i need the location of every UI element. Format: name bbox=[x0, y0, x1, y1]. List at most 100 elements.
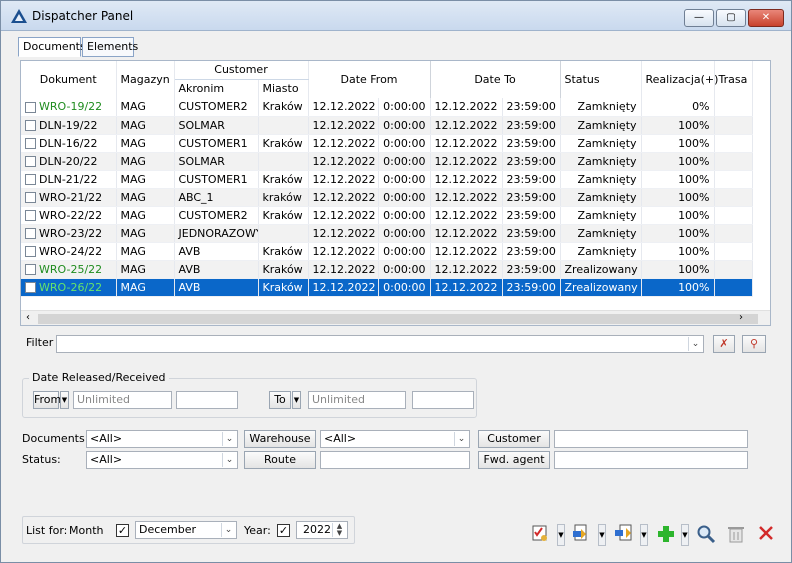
row-checkbox[interactable] bbox=[25, 210, 36, 221]
table-row[interactable]: WRO-22/22 MAG CUSTOMER2 Kraków 12.12.2022 0:0… bbox=[21, 206, 753, 225]
checklist-dropdown-icon[interactable]: ▼ bbox=[557, 524, 565, 546]
status-select[interactable]: <All> ⌄ bbox=[86, 451, 238, 469]
cell-time-from: 0:00:00 bbox=[378, 224, 431, 243]
close-button[interactable]: ✕ bbox=[748, 9, 784, 27]
issue-document-icon[interactable] bbox=[570, 524, 592, 546]
row-checkbox[interactable] bbox=[25, 192, 36, 203]
cell-miasto-text: kraków bbox=[262, 190, 302, 204]
table-row[interactable]: WRO-21/22 MAG ABC_1 kraków 12.12.2022 0:00:00… bbox=[21, 188, 753, 207]
minimize-button[interactable]: — bbox=[684, 9, 714, 27]
table-row[interactable]: WRO-25/22 MAG AVB Kraków 12.12.2022 0:00:00 12… bbox=[21, 260, 753, 279]
row-checkbox[interactable] bbox=[25, 282, 36, 293]
to-time-input[interactable] bbox=[412, 391, 474, 409]
filter-builder-icon[interactable]: ⚲ bbox=[742, 335, 766, 353]
filter-input[interactable] bbox=[56, 335, 704, 353]
from-dropdown-icon[interactable]: ▼ bbox=[60, 391, 69, 409]
table-row[interactable]: WRO-23/22 MAG JEDNORAZOWY 12.12.2022 0:00:00… bbox=[21, 224, 753, 243]
month-checkbox[interactable]: ✓ bbox=[116, 524, 129, 537]
customer-input[interactable] bbox=[554, 430, 748, 448]
row-checkbox[interactable] bbox=[25, 264, 36, 275]
documents-select[interactable]: <All> ⌄ bbox=[86, 430, 238, 448]
maximize-button[interactable]: ▢ bbox=[716, 9, 746, 27]
status-dropdown-icon[interactable]: ⌄ bbox=[222, 453, 236, 467]
warehouse-button[interactable]: Warehouse bbox=[244, 430, 316, 448]
table-row[interactable]: DLN-19/22 MAG SOLMAR 12.12.2022 0:00:00 12.12… bbox=[21, 116, 753, 135]
cell-magazyn-text: MAG bbox=[120, 208, 146, 222]
scroll-left-icon[interactable]: ‹ bbox=[26, 312, 30, 323]
cell-trasa bbox=[714, 188, 753, 207]
header-date-from[interactable]: Date From bbox=[308, 61, 431, 98]
checklist-icon[interactable] bbox=[529, 524, 551, 546]
dispatcher-panel-window: Dispatcher Panel — ▢ ✕ Documents Element… bbox=[0, 0, 792, 563]
header-realizacja[interactable]: Realizacja(+) bbox=[641, 61, 718, 98]
clear-filter-icon[interactable]: ✗ bbox=[713, 335, 735, 353]
horizontal-scrollbar[interactable]: ‹ › bbox=[21, 310, 770, 325]
row-checkbox[interactable] bbox=[25, 246, 36, 257]
cell-realizacja: 100% bbox=[641, 152, 715, 171]
from-date-input[interactable]: Unlimited bbox=[73, 391, 172, 409]
cell-status-text: Zamknięty bbox=[577, 154, 637, 168]
header-date-to[interactable]: Date To bbox=[430, 61, 561, 98]
warehouse-select[interactable]: <All> ⌄ bbox=[320, 430, 470, 448]
cell-trasa bbox=[714, 260, 753, 279]
cell-akronim: AVB bbox=[174, 278, 259, 297]
from-button[interactable]: From bbox=[33, 391, 61, 409]
table-row[interactable]: WRO-19/22 MAG CUSTOMER2 Kraków 12.12.2022 0:0… bbox=[21, 98, 753, 117]
route-button[interactable]: Route bbox=[244, 451, 316, 469]
year-spin-icon[interactable]: ▲ ▼ bbox=[332, 523, 346, 537]
header-status[interactable]: Status bbox=[560, 61, 642, 98]
cell-magazyn-text: MAG bbox=[120, 226, 146, 240]
warehouse-dropdown-icon[interactable]: ⌄ bbox=[454, 432, 468, 446]
header-magazyn[interactable]: Magazyn bbox=[116, 61, 175, 98]
fwd-agent-button[interactable]: Fwd. agent bbox=[478, 451, 550, 469]
table-row[interactable]: WRO-24/22 MAG AVB Kraków 12.12.2022 0:00:00 12… bbox=[21, 242, 753, 261]
fwd-agent-input[interactable] bbox=[554, 451, 748, 469]
row-checkbox[interactable] bbox=[25, 120, 36, 131]
add-icon[interactable] bbox=[655, 524, 677, 546]
month-select[interactable]: December ⌄ bbox=[135, 521, 237, 539]
row-checkbox[interactable] bbox=[25, 174, 36, 185]
cell-realizacja: 100% bbox=[641, 278, 715, 297]
horizontal-scroll-thumb[interactable] bbox=[38, 314, 758, 324]
table-row[interactable]: DLN-20/22 MAG SOLMAR 12.12.2022 0:00:00 12.12… bbox=[21, 152, 753, 171]
cell-date-to: 12.12.2022 bbox=[430, 242, 503, 261]
filter-dropdown-icon[interactable]: ⌄ bbox=[688, 337, 702, 351]
row-checkbox[interactable] bbox=[25, 138, 36, 149]
header-miasto[interactable]: Miasto bbox=[258, 79, 309, 98]
to-button[interactable]: To bbox=[269, 391, 291, 409]
customer-button[interactable]: Customer bbox=[478, 430, 550, 448]
header-customer: Customer bbox=[174, 61, 309, 80]
tab-elements[interactable]: Elements bbox=[82, 37, 138, 57]
add-dropdown-icon[interactable]: ▼ bbox=[681, 524, 689, 546]
route-input[interactable] bbox=[320, 451, 470, 469]
month-dropdown-icon[interactable]: ⌄ bbox=[221, 523, 235, 537]
table-row[interactable]: DLN-16/22 MAG CUSTOMER1 Kraków 12.12.2022 0:0… bbox=[21, 134, 753, 153]
year-spinner[interactable]: 2022 ▲ ▼ bbox=[296, 521, 348, 539]
from-time-input[interactable] bbox=[176, 391, 238, 409]
row-checkbox[interactable] bbox=[25, 228, 36, 239]
row-checkbox[interactable] bbox=[25, 156, 36, 167]
close-panel-icon[interactable] bbox=[755, 524, 777, 546]
row-checkbox[interactable] bbox=[25, 101, 36, 113]
search-icon[interactable] bbox=[695, 524, 717, 546]
tab-documents[interactable]: Documents bbox=[18, 37, 86, 57]
cell-time-from-text: 0:00:00 bbox=[383, 280, 426, 294]
transfer-dropdown-icon[interactable]: ▼ bbox=[640, 524, 648, 546]
year-checkbox[interactable]: ✓ bbox=[277, 524, 290, 537]
header-akronim[interactable]: Akronim bbox=[174, 79, 259, 98]
transfer-document-icon[interactable] bbox=[613, 524, 635, 546]
trash-icon[interactable] bbox=[725, 524, 747, 546]
table-row[interactable]: WRO-26/22 MAG AVB Kraków 12.12.2022 0:00:00 12… bbox=[21, 278, 753, 297]
header-trasa[interactable]: Trasa bbox=[714, 61, 753, 98]
documents-dropdown-icon[interactable]: ⌄ bbox=[222, 432, 236, 446]
to-date-input[interactable]: Unlimited bbox=[308, 391, 406, 409]
scroll-right-icon[interactable]: › bbox=[739, 312, 743, 323]
cell-akronim-text: CUSTOMER1 bbox=[178, 172, 248, 186]
table-row[interactable]: DLN-21/22 MAG CUSTOMER1 Kraków 12.12.2022 0:0… bbox=[21, 170, 753, 189]
cell-time-to-text: 23:59:00 bbox=[506, 118, 556, 132]
cell-time-from-text: 0:00:00 bbox=[383, 244, 426, 258]
cell-magazyn: MAG bbox=[116, 260, 175, 279]
header-dokument[interactable]: Dokument bbox=[21, 61, 117, 98]
issue-dropdown-icon[interactable]: ▼ bbox=[598, 524, 606, 546]
to-dropdown-icon[interactable]: ▼ bbox=[292, 391, 301, 409]
